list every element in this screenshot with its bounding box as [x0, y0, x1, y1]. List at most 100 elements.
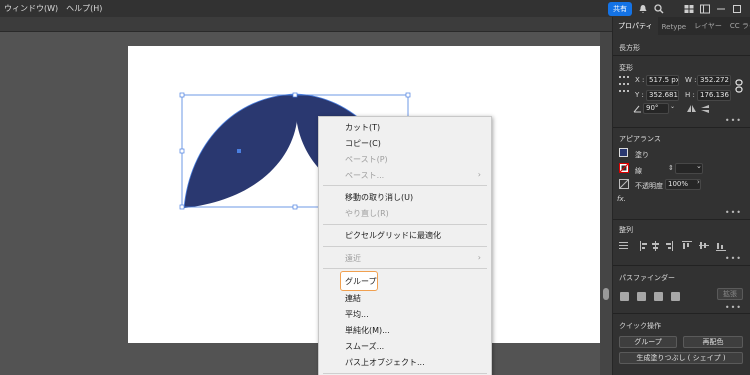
- menu-item-group[interactable]: グループ: [345, 276, 377, 287]
- opacity-icon: [619, 179, 629, 189]
- panel-divider: [613, 55, 750, 56]
- menu-item-paste-special: ペースト...: [345, 171, 385, 180]
- menu-item-copy[interactable]: コピー(C): [345, 138, 381, 149]
- link-proportions-icon[interactable]: [735, 79, 743, 93]
- menu-help[interactable]: ヘルプ(H): [62, 3, 106, 14]
- tab-properties[interactable]: プロパティ: [613, 17, 658, 35]
- handle-bl: [179, 204, 185, 210]
- menu-separator: [323, 246, 487, 247]
- handle-tm: [292, 92, 298, 98]
- w-label: W :: [685, 76, 697, 84]
- pathfinder-title: パスファインダー: [619, 274, 675, 282]
- menu-item-average[interactable]: 平均...: [345, 309, 369, 320]
- handle-tl: [179, 92, 185, 98]
- panel-tabs: プロパティ Retype レイヤー CC ライブ: [613, 17, 750, 35]
- opacity-arrow-icon[interactable]: ›: [697, 178, 700, 186]
- menu-bar: ウィンドウ(W) ヘルプ(H) 共有: [0, 0, 750, 17]
- generative-shape-fill-button[interactable]: 生成塗りつぶし ( シェイプ ): [619, 352, 743, 364]
- minimize-icon[interactable]: [716, 4, 726, 14]
- h-label: H :: [685, 91, 695, 99]
- menu-separator: [323, 185, 487, 186]
- handle-ml: [179, 148, 185, 154]
- stroke-label: 線: [635, 167, 642, 175]
- stroke-none-swatch[interactable]: [619, 163, 629, 173]
- arrange-icon[interactable]: [700, 4, 710, 14]
- menu-item-pixel-grid[interactable]: ピクセルグリッドに最適化: [345, 230, 441, 241]
- menu-item-simplify[interactable]: 単純化(M)...: [345, 325, 390, 336]
- maximize-icon[interactable]: [732, 4, 742, 14]
- w-field[interactable]: 352.272: [697, 75, 731, 86]
- center-point: [237, 149, 241, 153]
- fill-label: 塗り: [635, 151, 649, 159]
- menu-item-perspective: 遠近: [345, 254, 361, 263]
- tab-layers[interactable]: レイヤー: [690, 21, 726, 35]
- stroke-weight-dropdown-icon[interactable]: ⌄: [696, 162, 702, 170]
- menu-separator: [323, 224, 487, 225]
- share-button[interactable]: 共有: [608, 1, 632, 16]
- transform-title: 変形: [619, 64, 633, 72]
- recolor-button[interactable]: 再配色: [683, 336, 743, 348]
- fill-swatch[interactable]: [619, 148, 628, 157]
- quick-group-button[interactable]: グループ: [619, 336, 677, 348]
- opacity-label: 不透明度: [635, 182, 663, 190]
- tab-retype[interactable]: Retype: [658, 23, 691, 35]
- intersect-icon[interactable]: [654, 292, 663, 301]
- submenu-arrow-icon: ›: [477, 170, 481, 179]
- align-buttons-row[interactable]: [619, 241, 745, 251]
- x-field[interactable]: 517.5 px: [646, 75, 679, 86]
- appearance-more-button[interactable]: •••: [725, 208, 742, 217]
- menu-item-smooth[interactable]: スムーズ...: [345, 341, 384, 352]
- scrollbar-thumb[interactable]: [603, 288, 609, 300]
- menu-item-undo[interactable]: 移動の取り消し(U): [345, 192, 413, 203]
- flip-horizontal-icon[interactable]: [687, 105, 696, 113]
- panel-divider: [613, 265, 750, 266]
- menu-item-cut[interactable]: カット(T): [345, 122, 380, 133]
- angle-field[interactable]: 90°: [643, 103, 669, 114]
- stroke-weight-stepper-icon[interactable]: ⇕: [668, 164, 674, 172]
- h-field[interactable]: 176.136: [697, 90, 731, 101]
- flip-vertical-icon[interactable]: [701, 105, 710, 113]
- panel-divider: [613, 127, 750, 128]
- menu-item-redo: やり直し(R): [345, 209, 389, 218]
- align-title: 整列: [619, 226, 633, 234]
- angle-dropdown-icon[interactable]: ⌄: [670, 103, 675, 110]
- unite-icon[interactable]: [620, 292, 629, 301]
- tab-cc-libraries[interactable]: CC ライブ: [726, 21, 750, 35]
- properties-panel: プロパティ Retype レイヤー CC ライブ 長方形 変形 X : 517.…: [612, 17, 750, 375]
- bell-icon[interactable]: [638, 4, 648, 14]
- pathfinder-more-button[interactable]: •••: [725, 303, 742, 312]
- menu-item-paste: ペースト(P): [345, 155, 388, 164]
- y-field[interactable]: 352.681: [646, 90, 679, 101]
- menu-separator: [323, 268, 487, 269]
- y-label: Y :: [635, 91, 644, 99]
- workspace-grid-icon[interactable]: [684, 4, 694, 14]
- menu-item-join[interactable]: 連結: [345, 293, 361, 304]
- rotate-angle-icon: [633, 105, 641, 113]
- fx-label[interactable]: fx.: [617, 195, 626, 203]
- exclude-icon[interactable]: [671, 292, 680, 301]
- search-icon[interactable]: [654, 3, 664, 14]
- submenu-arrow-icon: ›: [477, 253, 481, 262]
- panel-divider: [613, 313, 750, 314]
- context-menu: カット(T) コピー(C) ペースト(P) ペースト... › 移動の取り消し(…: [318, 116, 492, 375]
- expand-button[interactable]: 拡張: [717, 288, 743, 300]
- minus-front-icon[interactable]: [637, 292, 646, 301]
- options-bar: [0, 17, 612, 32]
- x-label: X :: [635, 76, 645, 84]
- transform-more-button[interactable]: •••: [725, 116, 742, 125]
- panel-divider: [613, 219, 750, 220]
- object-type-label: 長方形: [619, 44, 640, 52]
- menubar-right: 共有: [608, 0, 750, 17]
- reference-point-icon[interactable]: [619, 75, 629, 93]
- quick-actions-title: クイック操作: [619, 322, 661, 330]
- appearance-title: アピアランス: [619, 135, 661, 143]
- handle-bm: [292, 204, 298, 210]
- opacity-field[interactable]: 100%: [665, 179, 701, 190]
- align-more-button[interactable]: •••: [725, 254, 742, 263]
- menu-item-objects-on-path[interactable]: パス上オブジェクト...: [345, 357, 425, 368]
- menu-window[interactable]: ウィンドウ(W): [0, 3, 62, 14]
- menu-separator: [323, 373, 487, 374]
- vertical-scrollbar[interactable]: [600, 32, 612, 375]
- handle-tr: [405, 92, 411, 98]
- app-window: ウィンドウ(W) ヘルプ(H) 共有 カット(T) コピー(C) ペースト(P)…: [0, 0, 750, 375]
